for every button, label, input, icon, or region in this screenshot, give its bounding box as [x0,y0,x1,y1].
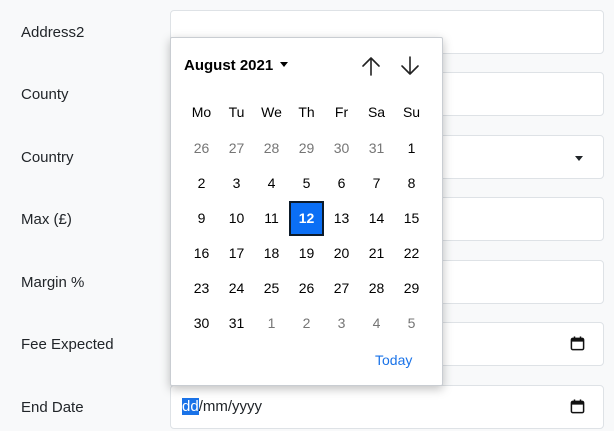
end-date-value[interactable]: dd/mm/yyyy [182,386,262,428]
day-cell[interactable]: 1 [394,131,429,166]
day-cell[interactable]: 4 [359,306,394,341]
weekday-label: Fr [334,104,349,120]
day-cell[interactable]: 14 [359,201,394,236]
caret-down-icon [280,61,289,67]
day-cell[interactable]: 24 [219,271,254,306]
end-date-date-input[interactable]: dd/mm/yyyy [170,385,604,429]
max-label: Max (£) [21,211,72,228]
weekday-label: Th [298,104,315,120]
month-segment[interactable]: mm [203,398,228,415]
day-cell[interactable]: 29 [394,271,429,306]
county-label: County [21,86,69,103]
day-segment[interactable]: dd [182,398,199,415]
day-cell[interactable]: 27 [219,131,254,166]
day-cell[interactable]: 8 [394,166,429,201]
day-cell[interactable]: 27 [324,271,359,306]
day-cell[interactable]: 3 [219,166,254,201]
day-cell[interactable]: 15 [394,201,429,236]
fee-expected-label: Fee Expected [21,336,114,353]
address2-label: Address2 [21,24,85,41]
day-cell[interactable]: 29 [289,131,324,166]
end-date-label: End Date [21,399,84,416]
margin-label: Margin % [21,274,85,291]
previous-month-button[interactable] [359,54,383,78]
day-cell[interactable]: 25 [254,271,289,306]
weekday-label: Mo [191,104,212,120]
day-cell[interactable]: 2 [184,166,219,201]
day-cell[interactable]: 11 [254,201,289,236]
day-cell[interactable]: 30 [324,131,359,166]
day-cell[interactable]: 28 [359,271,394,306]
day-cell[interactable]: 31 [359,131,394,166]
day-cell[interactable]: 6 [324,166,359,201]
month-year-dropdown[interactable]: August 2021 [184,55,289,77]
date-picker-popup: August 2021 Mo Tu We Th Fr Sa Su 26 27 28 2… [170,37,443,386]
day-cell[interactable]: 5 [394,306,429,341]
day-cell[interactable]: 26 [184,131,219,166]
weekday-label: We [261,104,282,120]
today-button[interactable]: Today [375,352,412,368]
arrow-down-icon [401,56,419,75]
day-grid: 26 27 28 29 30 31 1 2 3 4 5 6 7 8 9 10 11 12 13 14 15 16 17 18 1… [184,131,429,341]
arrow-up-icon [362,57,380,76]
calendar-icon[interactable] [570,399,585,414]
weekday-label: Su [402,104,421,120]
day-cell[interactable]: 20 [324,236,359,271]
day-cell[interactable]: 26 [289,271,324,306]
day-cell[interactable]: 19 [289,236,324,271]
year-segment[interactable]: yyyy [232,398,262,415]
day-cell[interactable]: 9 [184,201,219,236]
calendar-icon[interactable] [570,336,585,351]
country-label: Country [21,149,74,166]
weekday-label: Tu [228,104,245,120]
day-cell[interactable]: 18 [254,236,289,271]
day-cell[interactable]: 5 [289,166,324,201]
month-year-label: August 2021 [184,57,274,74]
day-cell[interactable]: 30 [184,306,219,341]
day-cell[interactable]: 17 [219,236,254,271]
day-cell[interactable]: 3 [324,306,359,341]
day-cell[interactable]: 10 [219,201,254,236]
day-cell[interactable]: 31 [219,306,254,341]
day-cell[interactable]: 2 [289,306,324,341]
day-cell[interactable]: 23 [184,271,219,306]
day-cell[interactable]: 21 [359,236,394,271]
day-cell[interactable]: 28 [254,131,289,166]
row-end-date: End Date dd/mm/yyyy [0,385,614,431]
day-cell[interactable]: 16 [184,236,219,271]
day-cell-selected[interactable]: 12 [289,201,324,236]
next-month-button[interactable] [398,54,422,78]
weekday-label: Sa [367,104,386,120]
day-cell[interactable]: 1 [254,306,289,341]
day-cell[interactable]: 7 [359,166,394,201]
chevron-down-icon [575,156,583,161]
day-cell[interactable]: 22 [394,236,429,271]
day-cell[interactable]: 13 [324,201,359,236]
day-cell[interactable]: 4 [254,166,289,201]
weekday-header: Mo Tu We Th Fr Sa Su [184,101,429,123]
